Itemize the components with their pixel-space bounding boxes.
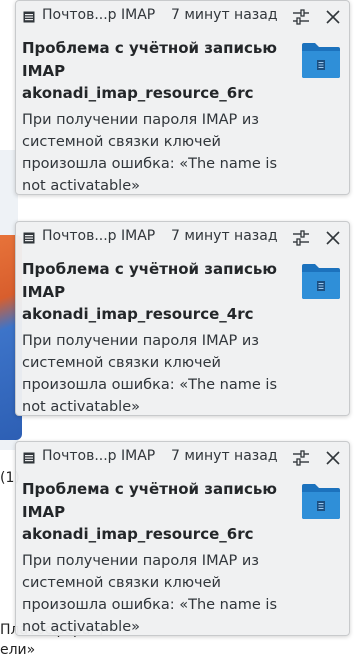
notification-app-name: Почтов...р IMAP — [42, 448, 156, 464]
configure-icon[interactable] — [292, 8, 310, 26]
notification-title: Проблема с учётной записью IMAP — [22, 258, 294, 304]
background-text-line: ели» — [0, 642, 36, 654]
notification-title-line: Проблема с учётной записью — [22, 39, 277, 57]
notification-card[interactable]: Почтов...р IMAP 7 минут назад Проблема с… — [15, 0, 350, 195]
close-icon[interactable] — [324, 449, 342, 467]
notification-header: Почтов...р IMAP 7 минут назад — [16, 442, 349, 474]
notification-time: 7 минут назад — [171, 7, 278, 23]
notification-body: При получении пароля IMAP из системной с… — [22, 553, 277, 635]
mail-app-icon — [23, 452, 35, 464]
notification-subtitle: akonadi_imap_resource_6rc — [22, 525, 254, 543]
notification-title-line: IMAP — [22, 283, 66, 301]
folder-icon — [302, 484, 340, 519]
notification-app-name: Почтов...р IMAP — [42, 7, 156, 23]
notification-subtitle: akonadi_imap_resource_6rc — [22, 84, 254, 102]
close-icon[interactable] — [324, 229, 342, 247]
notification-body: При получении пароля IMAP из системной с… — [22, 112, 277, 194]
notification-card[interactable]: Почтов...р IMAP 7 минут назад Проблема с… — [15, 221, 350, 416]
mail-app-icon — [23, 232, 35, 244]
notification-title: Проблема с учётной записью IMAP — [22, 478, 294, 524]
notification-header: Почтов...р IMAP 7 минут назад — [16, 1, 349, 33]
notification-app-name: Почтов...р IMAP — [42, 228, 156, 244]
notification-header: Почтов...р IMAP 7 минут назад — [16, 222, 349, 254]
notification-title-line: Проблема с учётной записью — [22, 480, 277, 498]
notification-title: Проблема с учётной записью IMAP — [22, 37, 294, 83]
notification-time: 7 минут назад — [171, 448, 278, 464]
close-icon[interactable] — [324, 8, 342, 26]
notification-subtitle: akonadi_imap_resource_4rc — [22, 305, 254, 323]
configure-icon[interactable] — [292, 449, 310, 467]
notification-time: 7 минут назад — [171, 228, 278, 244]
folder-icon — [302, 43, 340, 78]
folder-icon — [302, 264, 340, 299]
notification-title-line: IMAP — [22, 503, 66, 521]
notification-title-line: IMAP — [22, 62, 66, 80]
notification-card[interactable]: Почтов...р IMAP 7 минут назад Проблема с… — [15, 441, 350, 636]
notification-body: При получении пароля IMAP из системной с… — [22, 333, 277, 415]
configure-icon[interactable] — [292, 229, 310, 247]
notification-title-line: Проблема с учётной записью — [22, 260, 277, 278]
mail-app-icon — [23, 11, 35, 23]
